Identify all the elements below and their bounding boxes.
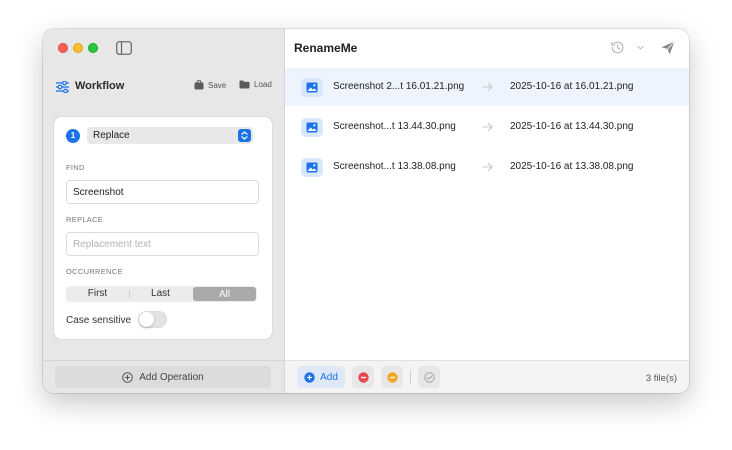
original-filename: Screenshot...t 13.44.30.png: [333, 121, 456, 132]
chevron-down-icon[interactable]: [636, 43, 645, 52]
save-button[interactable]: Save: [194, 80, 226, 90]
file-row[interactable]: Screenshot 2...t 16.01.21.png 2025-10-16…: [285, 68, 689, 106]
arrow-right-icon: [482, 162, 493, 172]
minimize-window-button[interactable]: [73, 43, 83, 53]
case-sensitive-label: Case sensitive: [66, 315, 132, 326]
sidebar-toggle-icon[interactable]: [116, 41, 132, 55]
file-row[interactable]: Screenshot...t 13.44.30.png 2025-10-16 a…: [285, 108, 689, 146]
sidebar: Workflow Save Load 1 Replace FIND Screen…: [43, 29, 285, 393]
verify-button[interactable]: [418, 366, 440, 388]
occurrence-all[interactable]: All: [193, 287, 256, 301]
new-filename: 2025-10-16 at 16.01.21.png: [510, 81, 634, 92]
original-filename: Screenshot 2...t 16.01.21.png: [333, 81, 465, 92]
step-number-badge: 1: [66, 129, 80, 143]
clear-circle-icon: [386, 371, 398, 383]
remove-file-button[interactable]: [352, 366, 374, 388]
replace-label: REPLACE: [66, 215, 104, 224]
image-icon: [301, 78, 323, 97]
close-window-button[interactable]: [58, 43, 68, 53]
footer-divider: [410, 370, 411, 384]
add-operation-button[interactable]: Add Operation: [55, 366, 271, 388]
folder-icon: [239, 80, 250, 89]
operation-card: 1 Replace FIND REPLACE OCCURRENCE First …: [54, 117, 272, 339]
operation-select-value: Replace: [93, 130, 130, 141]
file-row[interactable]: Screenshot...t 13.38.08.png 2025-10-16 a…: [285, 148, 689, 186]
clear-files-button[interactable]: [381, 366, 403, 388]
workflow-header: Workflow Save Load: [43, 73, 285, 101]
replace-input[interactable]: [66, 232, 259, 256]
paper-plane-icon[interactable]: [660, 40, 676, 56]
occurrence-label: OCCURRENCE: [66, 267, 123, 276]
plus-circle-icon: [122, 371, 134, 383]
sliders-icon: [56, 81, 69, 93]
occurrence-segmented-control: First Last All: [66, 286, 257, 302]
toggle-knob: [139, 312, 154, 327]
image-icon: [301, 158, 323, 177]
briefcase-icon: [194, 80, 204, 90]
updown-chevron-icon: [238, 129, 251, 142]
clock-icon[interactable]: [610, 40, 625, 55]
app-title: RenameMe: [294, 41, 358, 55]
occurrence-last[interactable]: Last: [129, 286, 192, 302]
load-button[interactable]: Load: [239, 80, 272, 89]
workflow-title: Workflow: [75, 80, 125, 92]
file-count: 3 file(s): [645, 373, 677, 384]
main-content: RenameMe Screenshot 2...t 16.01.21.png 2…: [285, 29, 689, 393]
operation-select[interactable]: Replace: [87, 127, 253, 144]
image-icon: [301, 118, 323, 137]
occurrence-first[interactable]: First: [66, 286, 129, 302]
original-filename: Screenshot...t 13.38.08.png: [333, 161, 456, 172]
save-label: Save: [208, 80, 227, 90]
arrow-right-icon: [482, 82, 493, 92]
plus-circle-icon: [304, 371, 315, 383]
new-filename: 2025-10-16 at 13.44.30.png: [510, 121, 634, 132]
add-operation-label: Add Operation: [139, 371, 204, 383]
content-footer: Add 3 file(s): [285, 360, 689, 393]
app-window: Workflow Save Load 1 Replace FIND Screen…: [43, 29, 689, 393]
add-files-button[interactable]: Add: [297, 366, 345, 388]
load-label: Load: [254, 80, 272, 89]
case-sensitive-toggle[interactable]: [138, 311, 167, 328]
find-label: FIND: [66, 163, 85, 172]
zoom-window-button[interactable]: [88, 43, 98, 53]
find-input[interactable]: [66, 180, 259, 204]
check-circle-icon: [423, 371, 435, 383]
minus-circle-icon: [357, 371, 369, 383]
arrow-right-icon: [482, 122, 493, 132]
add-files-label: Add: [320, 371, 338, 383]
new-filename: 2025-10-16 at 13.38.08.png: [510, 161, 634, 172]
sidebar-footer: Add Operation: [43, 360, 285, 393]
